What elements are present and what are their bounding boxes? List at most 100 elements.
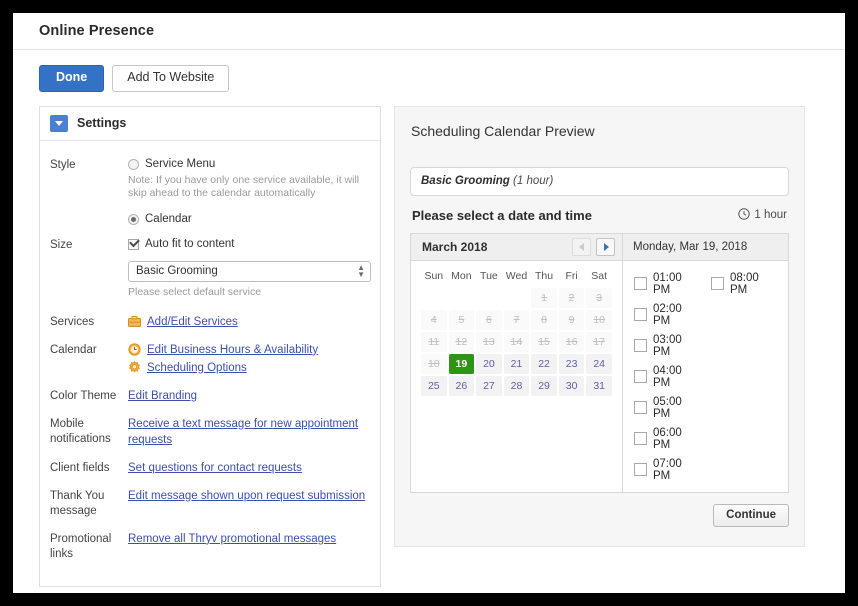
time-slot[interactable]: 01:00 PM [634, 272, 701, 296]
setting-row-style: Style Service Menu Note: If you have onl… [50, 157, 366, 227]
calendar-day[interactable]: 23 [558, 353, 585, 374]
time-slot-checkbox[interactable] [634, 463, 647, 477]
chevron-down-icon[interactable] [50, 114, 68, 132]
mobile-notifications-link[interactable]: Receive a text message for new appointme… [128, 418, 358, 446]
autofit-checkbox[interactable] [128, 238, 139, 250]
duration-indicator: 1 hour [738, 208, 787, 223]
calendar-day: 3 [586, 287, 612, 308]
calendar-day[interactable]: 22 [531, 353, 557, 374]
setting-row-mobile-notifications: Mobile notifications Receive a text mess… [50, 416, 366, 448]
calendar-day[interactable]: 27 [476, 375, 502, 396]
preview-title: Scheduling Calendar Preview [411, 122, 595, 139]
calendar-day-empty [421, 288, 447, 308]
calendar-day-rows: 1 2 3 4 5 6 7 8 9 10 11 12 13 14 15 16 17 18 19 20 21 22 23 24 2… [421, 287, 612, 396]
style-label: Style [50, 158, 76, 171]
calendar-day: 14 [503, 331, 530, 352]
autofit-option[interactable]: Auto fit to content [128, 237, 371, 252]
calendar-week-row: 25 26 27 28 29 30 31 [421, 375, 612, 396]
toolbar: Done Add To Website [13, 50, 845, 92]
style-option-service-menu[interactable]: Service Menu [128, 157, 366, 172]
select-date-time-line: Please select a date and time 1 hour [412, 208, 787, 223]
time-slot-label: 03:00 PM [653, 333, 682, 358]
style-option-calendar[interactable]: Calendar [128, 212, 366, 227]
window-titlebar: Online Presence [13, 13, 845, 50]
time-slot[interactable]: 07:00 PM [634, 458, 701, 482]
time-slot[interactable]: 03:00 PM [634, 334, 701, 358]
calendar-weekday: Thu [534, 269, 554, 282]
calendar-day[interactable]: 20 [476, 353, 502, 374]
thank-you-link[interactable]: Edit message shown upon request submissi… [128, 490, 365, 502]
settings-panel: Settings Style Service Menu Note: If you… [39, 105, 381, 587]
calendar-day: 7 [503, 309, 530, 330]
calendar-day[interactable]: 25 [421, 375, 447, 396]
service-menu-radio[interactable] [128, 158, 139, 170]
chevron-right-icon[interactable] [596, 237, 615, 256]
calendar-day[interactable]: 29 [531, 375, 557, 396]
client-fields-link[interactable]: Set questions for contact requests [128, 462, 302, 474]
calendar-day: 1 [531, 287, 557, 308]
time-slot[interactable]: 02:00 PM [634, 303, 701, 327]
scheduling-options-link[interactable]: Scheduling Options [147, 360, 247, 376]
calendar-day-selected[interactable]: 19 [448, 353, 475, 374]
calendar-weekday: Sun [424, 269, 444, 282]
app-window: Online Presence Done Add To Website Sett… [13, 13, 845, 593]
slots-container: 01:00 PM 02:00 PM 03:00 PM 04:00 PM 05:00 PM… [623, 261, 788, 492]
done-button[interactable]: Done [39, 65, 105, 92]
calendar-day[interactable]: 24 [586, 353, 612, 374]
calendar-week-row: 11 12 13 14 15 16 17 [421, 331, 612, 352]
calendar-day: 6 [476, 309, 502, 330]
time-slot-checkbox[interactable] [634, 370, 647, 384]
calendar-table: Sun Mon Tue Wed Thu Fri Sat 1 2 3 4 5 6 7 8 9 10 11 12 13 1… [419, 267, 614, 398]
calendar-day[interactable]: 21 [503, 353, 530, 374]
edit-business-hours-link[interactable]: Edit Business Hours & Availability [147, 342, 318, 358]
time-slot[interactable]: 05:00 PM [634, 396, 701, 420]
calendar-day: 10 [586, 309, 612, 330]
edit-branding-link[interactable]: Edit Branding [128, 390, 197, 402]
add-edit-services-link[interactable]: Add/Edit Services [147, 314, 238, 330]
default-service-select[interactable]: Basic Grooming [128, 260, 371, 282]
calendar-week-row: 123 [421, 287, 612, 308]
continue-row: Continue [410, 503, 789, 527]
time-slot[interactable]: 04:00 PM [634, 365, 701, 389]
thank-you-label: Thank You message [50, 489, 105, 517]
time-slot-checkbox[interactable] [634, 277, 647, 291]
promotional-links-link[interactable]: Remove all Thryv promotional messages [128, 533, 336, 545]
time-slot-checkbox[interactable] [634, 308, 647, 322]
add-to-website-button[interactable]: Add To Website [112, 65, 230, 92]
calendar-day[interactable]: 26 [448, 375, 475, 396]
time-slot-checkbox[interactable] [634, 432, 647, 446]
time-slot[interactable]: 06:00 PM [634, 427, 701, 451]
clock-icon [128, 343, 141, 356]
scheduling-options-link-row[interactable]: Scheduling Options [128, 360, 366, 376]
duration-label: 1 hour [754, 209, 787, 222]
client-fields-label: Client fields [50, 461, 110, 474]
clock-icon [738, 208, 751, 223]
chevron-left-icon[interactable] [572, 237, 591, 256]
time-slot-label: 05:00 PM [653, 395, 682, 420]
scheduling-calendar-preview-panel: Scheduling Calendar Preview Basic Groomi… [394, 105, 805, 547]
time-slot-label: 08:00 PM [730, 271, 759, 296]
services-link-row[interactable]: Add/Edit Services [128, 314, 366, 330]
content-columns: Settings Style Service Menu Note: If you… [13, 92, 845, 587]
settings-header: Settings [40, 106, 380, 141]
service-banner: Basic Grooming (1 hour) [410, 166, 789, 196]
calendar-day[interactable]: 31 [586, 375, 612, 396]
calendar-radio[interactable] [128, 213, 139, 225]
calendar-day: 12 [448, 331, 475, 352]
time-slot-checkbox[interactable] [711, 277, 724, 291]
calendar-weekday: Tue [480, 269, 498, 282]
continue-button[interactable]: Continue [713, 503, 789, 527]
setting-row-calendar: Calendar Edit Business Hours & Availabil… [50, 342, 366, 376]
gear-icon [128, 360, 141, 374]
service-banner-name: Basic Grooming [421, 174, 510, 187]
services-label: Services [50, 315, 95, 328]
calendar-weekday: Wed [505, 269, 528, 282]
settings-title: Settings [77, 116, 127, 131]
business-hours-link-row[interactable]: Edit Business Hours & Availability [128, 342, 366, 358]
time-slot-checkbox[interactable] [634, 401, 647, 415]
calendar-day[interactable]: 30 [558, 375, 585, 396]
time-slot[interactable]: 08:00 PM [711, 272, 778, 296]
time-slot-checkbox[interactable] [634, 339, 647, 353]
calendar-day: 2 [558, 287, 585, 308]
calendar-day[interactable]: 28 [503, 375, 530, 396]
